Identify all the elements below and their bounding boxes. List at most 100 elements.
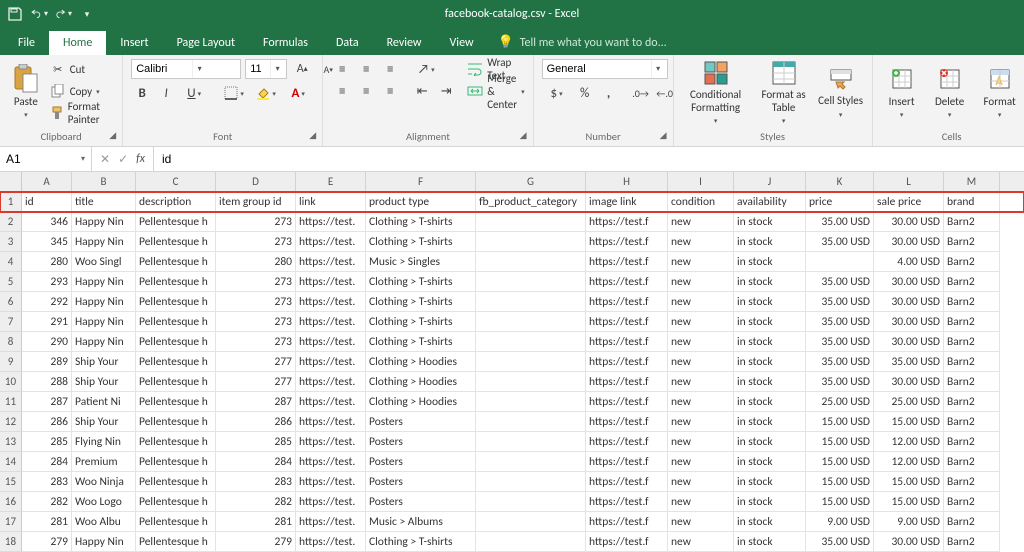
cell[interactable]: in stock (734, 212, 806, 232)
format-painter-button[interactable]: Format Painter (50, 103, 114, 123)
cell[interactable]: description (136, 192, 216, 212)
cell[interactable]: Pellentesque h (136, 492, 216, 512)
cell[interactable]: https://test.f (586, 332, 668, 352)
cell[interactable]: https://test.f (586, 392, 668, 412)
cell[interactable] (476, 492, 586, 512)
conditional-formatting-button[interactable]: Conditional Formatting▾ (682, 59, 750, 125)
cell[interactable]: https://test. (296, 492, 366, 512)
cell[interactable]: https://test.f (586, 512, 668, 532)
accounting-format-button[interactable]: $▾ (542, 83, 572, 103)
cell[interactable]: 282 (22, 492, 72, 512)
cell[interactable]: 35.00 USD (806, 532, 874, 552)
cell[interactable]: Clothing > Hoodies (366, 372, 476, 392)
cell[interactable]: new (668, 472, 734, 492)
column-header[interactable]: L (874, 172, 944, 191)
cell[interactable]: new (668, 392, 734, 412)
cell[interactable]: https://test.f (586, 432, 668, 452)
cell[interactable] (476, 292, 586, 312)
row-header[interactable]: 11 (0, 392, 22, 412)
cell[interactable]: in stock (734, 372, 806, 392)
cell[interactable]: Pellentesque h (136, 532, 216, 552)
cell[interactable]: https://test. (296, 532, 366, 552)
cell[interactable]: Posters (366, 432, 476, 452)
cell[interactable]: Barn2 (944, 512, 1000, 532)
column-header[interactable]: D (216, 172, 296, 191)
cell[interactable]: 30.00 USD (874, 312, 944, 332)
cell[interactable]: 4.00 USD (874, 252, 944, 272)
cell[interactable]: 15.00 USD (806, 452, 874, 472)
cell[interactable] (476, 412, 586, 432)
cell[interactable]: in stock (734, 532, 806, 552)
cell[interactable]: https://test.f (586, 272, 668, 292)
cell[interactable] (476, 232, 586, 252)
column-header[interactable]: E (296, 172, 366, 191)
cell[interactable]: Woo Ninja (72, 472, 136, 492)
tab-review[interactable]: Review (373, 31, 436, 55)
cell[interactable]: Barn2 (944, 432, 1000, 452)
cell[interactable]: in stock (734, 492, 806, 512)
cell[interactable]: 30.00 USD (874, 372, 944, 392)
cell[interactable]: Clothing > T-shirts (366, 272, 476, 292)
font-name-combo[interactable]: ▾ (131, 59, 241, 79)
cancel-formula-icon[interactable]: ✕ (100, 152, 110, 167)
cell[interactable]: in stock (734, 412, 806, 432)
row-header[interactable]: 4 (0, 252, 22, 272)
cell[interactable]: in stock (734, 472, 806, 492)
cell[interactable]: 280 (216, 252, 296, 272)
cell[interactable]: Pellentesque h (136, 452, 216, 472)
cell[interactable]: Ship Your (72, 412, 136, 432)
cell[interactable]: 284 (216, 452, 296, 472)
cell[interactable]: Pellentesque h (136, 252, 216, 272)
fx-icon[interactable]: fx (136, 152, 145, 166)
fill-color-button[interactable]: ▾ (251, 83, 281, 103)
cell[interactable]: Barn2 (944, 252, 1000, 272)
cell[interactable]: 285 (22, 432, 72, 452)
cell[interactable]: 30.00 USD (874, 332, 944, 352)
number-format-combo[interactable]: ▾ (542, 59, 668, 79)
cell[interactable]: 285 (216, 432, 296, 452)
cell[interactable]: sale price (874, 192, 944, 212)
cell[interactable]: Barn2 (944, 212, 1000, 232)
cell[interactable]: Barn2 (944, 472, 1000, 492)
cell[interactable]: id (22, 192, 72, 212)
cell[interactable]: 15.00 USD (806, 432, 874, 452)
cell[interactable]: new (668, 332, 734, 352)
cell[interactable]: 9.00 USD (874, 512, 944, 532)
cell[interactable]: Woo Logo (72, 492, 136, 512)
cell[interactable]: 289 (22, 352, 72, 372)
cell[interactable]: Barn2 (944, 352, 1000, 372)
cell[interactable]: https://test. (296, 292, 366, 312)
cell[interactable]: Happy Nin (72, 312, 136, 332)
cell[interactable]: Pellentesque h (136, 432, 216, 452)
cell[interactable]: https://test. (296, 392, 366, 412)
alignment-dialog-launcher[interactable]: ◢ (520, 130, 527, 141)
format-cells-button[interactable]: Format▾ (977, 59, 1023, 125)
increase-decimal-button[interactable]: .0→ (630, 83, 652, 103)
cell[interactable]: product type (366, 192, 476, 212)
font-dialog-launcher[interactable]: ◢ (309, 130, 316, 141)
cell[interactable]: https://test.f (586, 452, 668, 472)
cell[interactable]: Clothing > Hoodies (366, 392, 476, 412)
font-size-input[interactable] (246, 63, 270, 75)
cell[interactable]: https://test. (296, 252, 366, 272)
cell[interactable]: 293 (22, 272, 72, 292)
column-header[interactable]: M (944, 172, 1000, 191)
row-header[interactable]: 5 (0, 272, 22, 292)
number-format-input[interactable] (543, 63, 651, 75)
cell[interactable]: 279 (216, 532, 296, 552)
cell[interactable]: 30.00 USD (874, 232, 944, 252)
cell[interactable]: https://test. (296, 512, 366, 532)
cell[interactable]: 35.00 USD (806, 292, 874, 312)
cell[interactable]: new (668, 532, 734, 552)
cell[interactable]: Ship Your (72, 352, 136, 372)
underline-button[interactable]: U▾ (179, 83, 209, 103)
cell[interactable]: new (668, 232, 734, 252)
cell[interactable]: 273 (216, 212, 296, 232)
cell[interactable]: new (668, 352, 734, 372)
cell[interactable]: 35.00 USD (806, 212, 874, 232)
cell[interactable]: Pellentesque h (136, 392, 216, 412)
chevron-down-icon[interactable]: ▾ (651, 60, 665, 78)
cell[interactable]: Barn2 (944, 232, 1000, 252)
paste-button[interactable]: Paste ▾ (8, 59, 44, 125)
cell[interactable]: 277 (216, 372, 296, 392)
